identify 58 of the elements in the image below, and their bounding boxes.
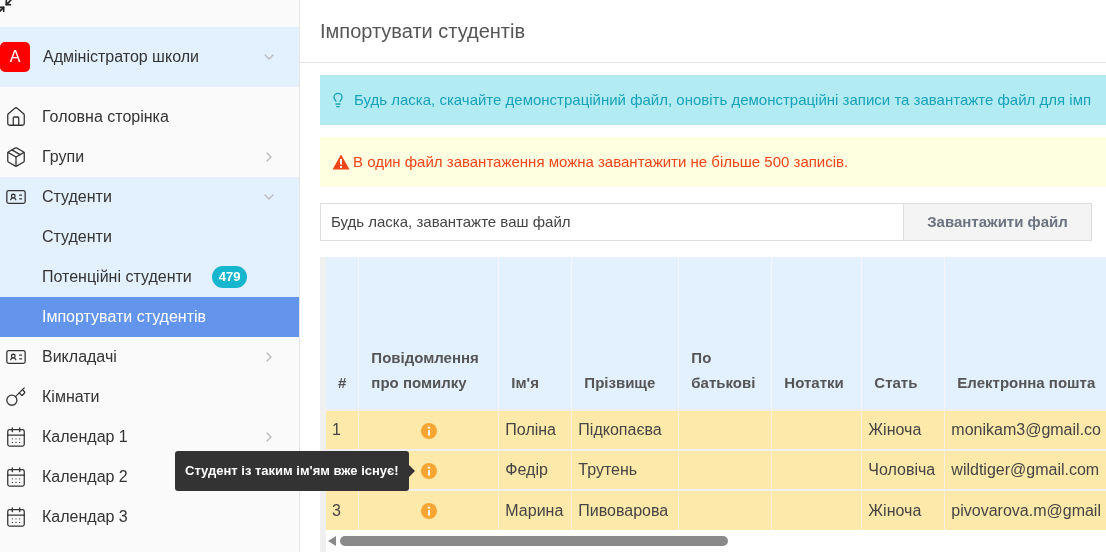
info-icon[interactable] [420,503,437,520]
table-cell: 3 [332,501,341,519]
lightbulb-icon [330,92,346,108]
count-badge: 479 [211,266,248,288]
submenu-item[interactable]: Потенційні студенти 479 [0,257,299,297]
submenu-label: Імпортувати студентів [42,307,207,327]
collapse-icon[interactable] [0,0,13,14]
file-upload-control[interactable]: Будь ласка, завантажте ваш файл Завантажити файл [320,203,1092,241]
submenu-label: Потенційні студенти [42,267,192,287]
table-cell: pivovarova.m@gmail [951,501,1101,519]
info-text: Будь ласка, скачайте демонстраційний файл, оновіть демонстраційні записи та завантажте файл для імп [354,89,1092,110]
submenu-item[interactable]: Студенти [0,217,299,257]
table-cell: Жіноча [868,421,922,438]
sidebar-label: Групи [42,147,85,167]
sidebar-label: Головна сторінка [42,107,169,127]
house-icon [5,106,27,128]
calendar-icon [5,466,27,488]
submenu-label: Студенти [42,227,112,247]
sidebar-item[interactable]: Календар 1 [0,417,299,457]
tooltip-text: Студент із таким ім'ям вже існує! [185,462,399,481]
sidebar-item[interactable]: Кімнати [0,377,299,417]
sidebar-item[interactable]: Календар 3 [0,497,299,537]
sidebar-item[interactable]: Головна сторінка [0,97,299,137]
table-cell: Підкопаєва [578,421,662,438]
avatar: A [0,42,30,72]
warning-text: В один файл завантаження можна завантажити не більше 500 записів. [353,151,849,172]
table-cell: monikam3@gmail.co [951,421,1101,438]
table-cell: Трутень [578,461,638,478]
account-name: Адміністратор школи [43,47,199,67]
info-icon[interactable] [420,462,437,479]
table-cell: wildtiger@gmail.com [951,461,1100,478]
upload-button[interactable]: Завантажити файл [903,204,1091,240]
sidebar-label: Календар 2 [42,467,128,487]
box-icon [5,146,27,168]
table-cell: Поліна [505,421,556,438]
sidebar-item[interactable]: Групи [0,137,299,177]
sidebar-item[interactable]: Студенти [0,177,299,217]
key-icon [5,386,27,408]
table-cell: Марина [505,501,564,519]
sidebar-label: Викладачі [42,347,117,367]
account-header[interactable]: A Адміністратор школи [0,27,299,87]
warning-icon [332,154,350,170]
sidebar-label: Календар 3 [42,507,128,527]
sidebar-label: Кімнати [42,387,100,407]
sidebar-item[interactable]: Викладачі [0,337,299,377]
calendar-icon [5,426,27,448]
sidebar-label: Календар 1 [42,427,128,447]
sidebar-label: Студенти [42,187,112,207]
table-cell: Пивоварова [578,501,669,519]
table-cell: Чоловіча [868,461,936,478]
scroll-left-icon[interactable] [328,536,336,546]
table-cell: 1 [332,421,341,438]
page-title: Імпортувати студентів [320,19,526,44]
calendar-icon [5,506,27,528]
table-cell: Жіноча [868,501,922,519]
table-cell: Федір [505,461,548,478]
info-icon[interactable] [420,422,437,439]
scrollbar-thumb[interactable] [340,536,728,546]
